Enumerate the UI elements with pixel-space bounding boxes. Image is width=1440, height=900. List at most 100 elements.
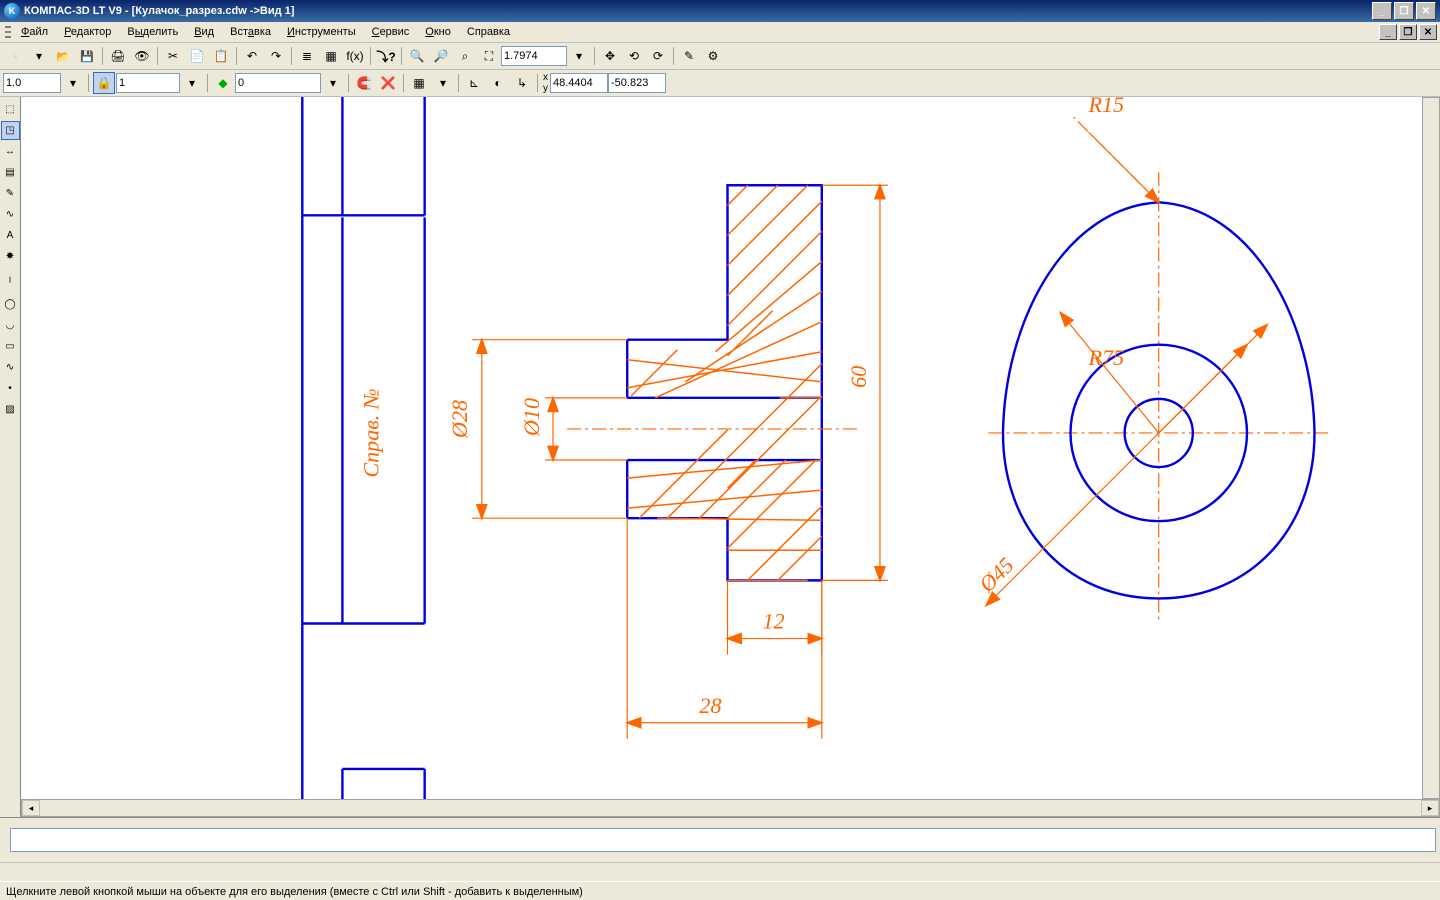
toolbar-gripper[interactable] <box>5 24 11 40</box>
dim-d45: Ø45 <box>973 552 1018 597</box>
scroll-left-button[interactable]: ◂ <box>22 800 40 816</box>
zoom-fit-button[interactable]: ⛶ <box>478 45 500 67</box>
app-icon: K <box>4 3 20 19</box>
pan-button[interactable]: ✥ <box>599 45 621 67</box>
dim-12: 12 <box>763 609 785 634</box>
menu-select[interactable]: Выделить <box>119 24 186 40</box>
grid-button[interactable]: ▦ <box>408 72 430 94</box>
menu-help[interactable]: Справка <box>459 24 518 40</box>
status-bar: Щелкните левой кнопкой мыши на объекте д… <box>0 881 1440 900</box>
refresh-button[interactable]: ⟳ <box>647 45 669 67</box>
layer-color-icon: ◆ <box>212 72 234 94</box>
circle-tool-button[interactable]: ◯ <box>1 295 20 314</box>
copy-button[interactable]: 📄 <box>186 45 208 67</box>
symbols-tool-button[interactable]: ▤ <box>1 163 20 182</box>
round-button[interactable]: ◐ <box>487 72 509 94</box>
spline-tool-button[interactable]: ∿ <box>1 358 20 377</box>
zoom-out-button[interactable]: 🔎 <box>430 45 452 67</box>
arc-tool-button[interactable]: ◡ <box>1 316 20 335</box>
scroll-right-button[interactable]: ▸ <box>1421 800 1439 816</box>
lock-layer-button[interactable]: 🔒 <box>93 72 115 94</box>
dim-28b: 28 <box>699 693 721 718</box>
snap-off-button[interactable]: ❌ <box>377 72 399 94</box>
hatch-tool-button[interactable]: ▨ <box>1 400 20 419</box>
zoom-input[interactable] <box>501 46 567 66</box>
titleblock-fragment: Справ. № <box>302 97 424 799</box>
scale-input[interactable] <box>3 73 61 93</box>
grid-dropdown-button[interactable]: ▾ <box>432 72 454 94</box>
snap-toggle-button[interactable]: 🧲 <box>353 72 375 94</box>
drawing-canvas[interactable]: Справ. № <box>21 97 1422 799</box>
redo-button[interactable]: ↷ <box>265 45 287 67</box>
minimize-button[interactable]: _ <box>1372 2 1392 20</box>
geometry-tool-button[interactable]: ◳ <box>1 121 20 140</box>
dimensions-tool-button[interactable]: ↔ <box>1 142 20 161</box>
cursor-x-input[interactable] <box>550 73 608 93</box>
section-view: 60 Ø28 Ø10 12 28 <box>447 185 888 739</box>
zoom-window-button[interactable]: ⌕ <box>454 45 476 67</box>
rect-tool-button[interactable]: ▭ <box>1 337 20 356</box>
cut-button[interactable]: ✂ <box>162 45 184 67</box>
close-button[interactable]: ✕ <box>1416 2 1436 20</box>
status-text: Щелкните левой кнопкой мыши на объекте д… <box>6 886 583 898</box>
view-input[interactable] <box>116 73 180 93</box>
menu-edit[interactable]: Редактор <box>56 24 119 40</box>
edit-tool-button[interactable]: ✎ <box>1 184 20 203</box>
dim-10: Ø10 <box>519 398 544 437</box>
menu-view[interactable]: Вид <box>186 24 222 40</box>
preview-button[interactable]: 👁 <box>131 45 153 67</box>
maximize-button[interactable]: ❐ <box>1394 2 1414 20</box>
cam-view: R15 R75 Ø45 <box>973 97 1329 624</box>
menu-service[interactable]: Сервис <box>364 24 418 40</box>
print-button[interactable]: 🖨 <box>107 45 129 67</box>
save-button[interactable]: 💾 <box>76 45 98 67</box>
drawing-svg: Справ. № <box>21 97 1422 799</box>
view-dropdown-button[interactable]: ▾ <box>181 72 203 94</box>
ortho-button[interactable]: ⊾ <box>463 72 485 94</box>
undo-button[interactable]: ↶ <box>241 45 263 67</box>
manager-button[interactable]: ▦ <box>320 45 342 67</box>
mdi-restore-button[interactable]: ❐ <box>1399 24 1417 40</box>
horizontal-scrollbar[interactable]: ◂ ▸ <box>21 799 1440 817</box>
paste-button[interactable]: 📋 <box>210 45 232 67</box>
menu-bar: Файл Редактор Выделить Вид Вставка Инстр… <box>0 22 1440 43</box>
selection-tool-button[interactable]: ⬚ <box>1 100 20 119</box>
state-toolbar: ▾ 🔒 ▾ ◆ ▾ 🧲 ❌ ▦ ▾ ⊾ ◐ ↳ xy <box>0 70 1440 97</box>
menu-insert[interactable]: Вставка <box>222 24 279 40</box>
menu-tools[interactable]: Инструменты <box>279 24 364 40</box>
new-file-button[interactable]: ▫️ <box>4 45 26 67</box>
open-file-button[interactable]: 📂 <box>52 45 74 67</box>
layer-dropdown-button[interactable]: ▾ <box>322 72 344 94</box>
zoom-prev-button[interactable]: ⟲ <box>623 45 645 67</box>
dim-r15: R15 <box>1088 97 1125 117</box>
new-dropdown-button[interactable]: ▾ <box>28 45 50 67</box>
help-cursor-button[interactable]: ⤵? <box>375 45 397 67</box>
variables-button[interactable]: f(x) <box>344 45 366 67</box>
zoom-dropdown-button[interactable]: ▾ <box>568 45 590 67</box>
zoom-in-button[interactable]: 🔍 <box>406 45 428 67</box>
edit-sketch-button[interactable]: ✎ <box>678 45 700 67</box>
dim-60: 60 <box>846 366 871 388</box>
properties-button[interactable]: ≣ <box>296 45 318 67</box>
sprav-label: Справ. № <box>359 388 384 477</box>
standard-toolbar: ▫️ ▾ 📂 💾 🖨 👁 ✂ 📄 📋 ↶ ↷ ≣ ▦ f(x) ⤵? 🔍 🔎 ⌕… <box>0 43 1440 70</box>
vertical-scrollbar[interactable] <box>1422 97 1440 799</box>
xy-label-icon: xy <box>543 72 548 94</box>
mdi-minimize-button[interactable]: _ <box>1379 24 1397 40</box>
measure-tool-button[interactable]: A <box>1 226 20 245</box>
param-tool-button[interactable]: ∿ <box>1 205 20 224</box>
layer-input[interactable] <box>235 73 321 93</box>
aux-tool-button[interactable]: ✸ <box>1 247 20 266</box>
view-rebuild-button[interactable]: ⚙ <box>702 45 724 67</box>
menu-file[interactable]: Файл <box>13 24 56 40</box>
scale-dropdown-button[interactable]: ▾ <box>62 72 84 94</box>
mdi-close-button[interactable]: ✕ <box>1419 24 1437 40</box>
segment-tool-button[interactable]: ╵ <box>1 274 20 293</box>
menu-window[interactable]: Окно <box>417 24 459 40</box>
cursor-y-input[interactable] <box>608 73 666 93</box>
lcs-button[interactable]: ↳ <box>511 72 533 94</box>
command-panel <box>0 817 1440 862</box>
command-input[interactable] <box>10 828 1436 852</box>
compact-toolbar: ⬚ ◳ ↔ ▤ ✎ ∿ A ✸ ╵ ◯ ◡ ▭ ∿ • ▨ <box>0 97 21 817</box>
point-tool-button[interactable]: • <box>1 379 20 398</box>
